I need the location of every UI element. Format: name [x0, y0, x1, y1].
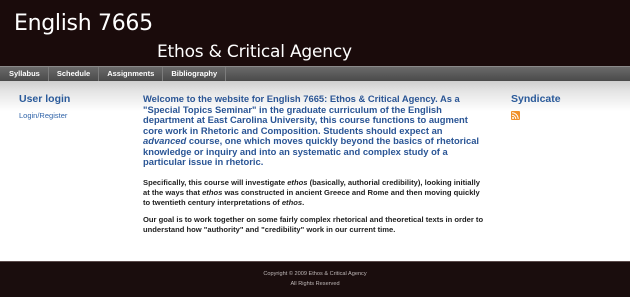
- nav-item-syllabus[interactable]: Syllabus: [0, 67, 49, 81]
- site-footer: Copyright © 2009 Ethos & Critical Agency…: [0, 261, 630, 297]
- para1-ethos-2: ethos: [202, 187, 223, 197]
- primary-nav: Syllabus Schedule Assignments Bibliograp…: [0, 66, 630, 81]
- para1-ethos-3: ethos: [281, 197, 303, 207]
- site-header: English 7665 Ethos & Critical Agency: [0, 0, 630, 66]
- user-login-title: User login: [19, 93, 71, 105]
- para1-ethos-1: ethos: [287, 177, 308, 187]
- nav-item-schedule[interactable]: Schedule: [49, 67, 100, 81]
- intro-text-start: Welcome to the website for English 7665:…: [143, 93, 468, 136]
- intro-emphasis: advanced: [143, 135, 187, 146]
- para1-part1: Specifically, this course will investiga…: [143, 177, 288, 187]
- course-description-paragraph: Specifically, this course will investiga…: [143, 178, 488, 208]
- footer-rights: All Rights Reserved: [290, 281, 340, 287]
- intro-text-end: course, one which moves quickly beyond t…: [143, 135, 480, 167]
- course-goal-paragraph: Our goal is to work together on some fai…: [143, 214, 484, 234]
- site-name[interactable]: English 7665: [14, 11, 153, 36]
- site-slogan: Ethos & Critical Agency: [157, 42, 352, 62]
- main-area: User login Login/Register Welcome to the…: [0, 81, 630, 261]
- nav-item-bibliography[interactable]: Bibliography: [163, 67, 227, 81]
- rss-feed-icon[interactable]: [511, 111, 520, 120]
- footer-copyright: Copyright © 2009 Ethos & Critical Agency: [263, 271, 367, 277]
- user-login-block: User login Login/Register: [19, 93, 129, 120]
- nav-item-assignments[interactable]: Assignments: [99, 67, 164, 81]
- syndicate-block: Syndicate: [511, 93, 611, 120]
- login-register-link[interactable]: Login/Register: [19, 111, 129, 120]
- main-content: Welcome to the website for English 7665:…: [143, 93, 488, 235]
- welcome-intro: Welcome to the website for English 7665:…: [143, 93, 488, 168]
- para1-part4: .: [302, 197, 305, 207]
- syndicate-title: Syndicate: [511, 93, 561, 105]
